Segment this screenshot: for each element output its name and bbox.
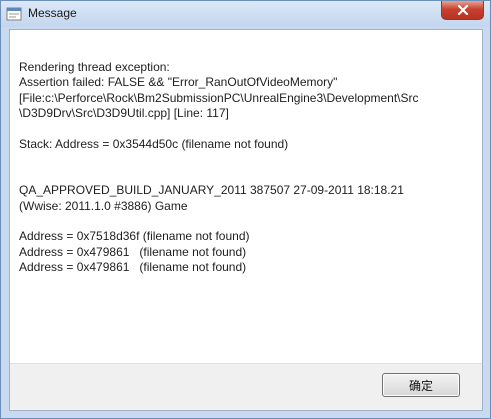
close-button[interactable]: [441, 1, 484, 20]
ok-button[interactable]: 确定: [382, 373, 460, 397]
message-line: [19, 168, 474, 183]
title-bar[interactable]: Message: [1, 1, 490, 27]
message-line: Stack: Address = 0x3544d50c (filename no…: [19, 136, 289, 151]
window-title: Message: [28, 6, 77, 20]
message-line: Address = 0x479861 (filename not found): [19, 244, 247, 259]
message-window: Message Rendering thread exception: Asse…: [0, 0, 491, 419]
message-line: Rendering thread exception:: [19, 60, 170, 74]
message-line: [19, 122, 474, 137]
message-line: [19, 214, 474, 229]
button-bar: 确定: [10, 363, 482, 410]
message-line: Address = 0x479861 (filename not found): [19, 260, 247, 275]
close-icon: [457, 5, 469, 15]
message-line: Address = 0x7518d36f (filename not found…: [19, 229, 250, 244]
message-app-icon: [6, 6, 22, 22]
message-text: Rendering thread exception: Assertion fa…: [19, 60, 474, 275]
message-line: Assertion failed: FALSE && "Error_RanOut…: [19, 75, 338, 90]
dialog-client-area: Rendering thread exception: Assertion fa…: [9, 29, 483, 411]
message-line: \D3D9Drv\Src\D3D9Util.cpp] [Line: 117]: [19, 106, 229, 121]
message-line: [File:c:\Perforce\Rock\Bm2SubmissionPC\U…: [19, 90, 419, 105]
message-line: QA_APPROVED_BUILD_JANUARY_2011 387507 27…: [19, 183, 404, 198]
message-line: [19, 152, 474, 167]
message-line: (Wwise: 2011.1.0 #3886) Game: [19, 198, 188, 213]
